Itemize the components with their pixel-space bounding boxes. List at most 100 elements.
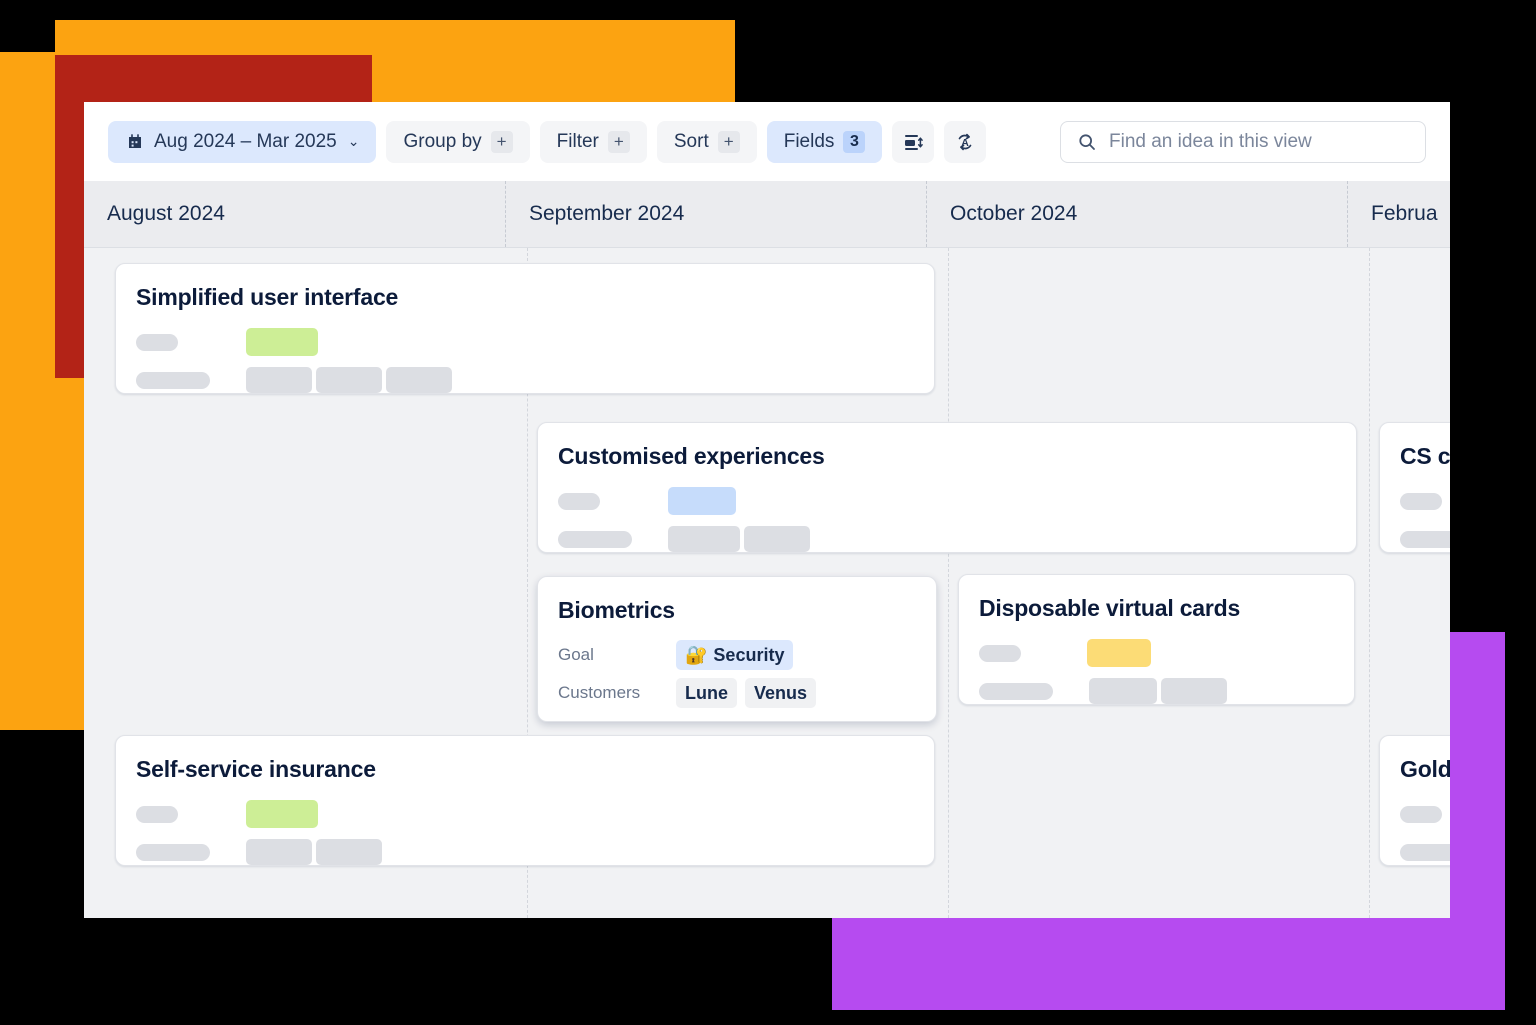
sort-label: Sort <box>673 130 709 152</box>
month-header-row: August 2024 September 2024 October 2024 … <box>84 181 1450 248</box>
group-by-button[interactable]: Group by + <box>386 120 530 163</box>
month-label: August 2024 <box>107 202 225 225</box>
idea-card-field-row <box>136 797 912 831</box>
month-column-header[interactable]: September 2024 <box>505 181 926 247</box>
auto-translate-icon: A <box>953 130 977 154</box>
svg-text:A: A <box>962 137 970 149</box>
idea-card-field-row: Customers Lune Venus <box>558 676 914 710</box>
app-window: Aug 2024 – Mar 2025 ⌄ Group by + Filter … <box>84 102 1450 918</box>
idea-card[interactable]: Biometrics Goal 🔐 Security Customers Lun… <box>537 576 937 722</box>
grid-divider <box>1369 248 1370 918</box>
idea-card-field-row <box>558 522 1334 556</box>
goal-badge-label: Security <box>713 644 785 665</box>
filter-label: Filter <box>556 130 599 152</box>
idea-card-field-row <box>1400 797 1450 831</box>
month-label: October 2024 <box>950 202 1078 225</box>
grid-divider <box>948 248 949 918</box>
idea-card-field-row <box>136 363 912 397</box>
screenshot-stage: Aug 2024 – Mar 2025 ⌄ Group by + Filter … <box>0 0 1536 1025</box>
idea-card[interactable]: Simplified user interface <box>115 263 935 394</box>
idea-card-field-row <box>1400 835 1450 869</box>
field-value-chip <box>246 367 312 393</box>
fields-count-badge: 3 <box>843 130 866 153</box>
field-label-skeleton <box>136 333 178 351</box>
idea-card-field-row <box>558 484 1334 518</box>
field-label-skeleton <box>558 492 600 510</box>
lock-icon: 🔐 <box>685 644 708 665</box>
plus-icon: + <box>490 130 513 153</box>
goal-badge[interactable]: 🔐 Security <box>676 640 794 670</box>
field-value-chip <box>246 800 318 828</box>
field-label-skeleton <box>1400 492 1442 510</box>
idea-card-title: CS ch <box>1400 443 1450 469</box>
customer-badge[interactable]: Venus <box>745 678 817 708</box>
idea-card-field-row: Goal 🔐 Security <box>558 638 914 672</box>
field-value-chip <box>316 367 382 393</box>
month-column-header[interactable]: Februa <box>1347 181 1450 247</box>
field-label-skeleton <box>136 371 210 389</box>
customer-badge[interactable]: Lune <box>676 678 737 708</box>
filter-button[interactable]: Filter + <box>539 120 647 163</box>
idea-card-title: Disposable virtual cards <box>979 595 1241 621</box>
field-value-chip <box>316 839 382 865</box>
field-value-chip <box>386 367 452 393</box>
idea-card-field-row <box>1400 484 1450 518</box>
group-by-label: Group by <box>403 130 482 152</box>
field-label-skeleton <box>979 682 1053 700</box>
field-value-chip <box>246 328 318 356</box>
month-label: Februa <box>1371 202 1438 225</box>
idea-card[interactable]: Gold <box>1379 735 1450 866</box>
calendar-icon <box>125 132 145 152</box>
idea-card-field-row <box>136 325 912 359</box>
field-value-chip <box>744 526 810 552</box>
field-value-chip <box>246 839 312 865</box>
idea-card[interactable]: Self-service insurance <box>115 735 935 866</box>
timeline-grid: August 2024 September 2024 October 2024 … <box>84 181 1450 918</box>
field-values: 🔐 Security <box>676 640 801 670</box>
field-value-chip <box>668 526 740 552</box>
idea-card-title: Biometrics <box>558 597 675 623</box>
search-box[interactable] <box>1060 120 1426 163</box>
field-label: Goal <box>558 645 594 664</box>
field-value-chip <box>1089 678 1157 704</box>
idea-card[interactable]: CS ch <box>1379 422 1450 553</box>
plus-icon: + <box>717 130 740 153</box>
auto-translate-button[interactable]: A <box>944 120 987 163</box>
plus-icon: + <box>607 130 630 153</box>
field-label-skeleton <box>558 530 632 548</box>
field-label-skeleton <box>979 644 1021 662</box>
field-label-skeleton <box>136 805 178 823</box>
search-input[interactable] <box>1109 130 1409 153</box>
field-value-chip <box>1087 639 1151 667</box>
field-label: Customers <box>558 683 641 702</box>
row-height-icon <box>902 131 924 153</box>
idea-card-title: Simplified user interface <box>136 284 399 310</box>
field-label-skeleton <box>1400 530 1450 548</box>
idea-card-field-row <box>979 636 1332 670</box>
search-icon <box>1077 132 1097 152</box>
sort-button[interactable]: Sort + <box>656 120 757 163</box>
idea-card[interactable]: Customised experiences <box>537 422 1357 553</box>
fields-button[interactable]: Fields 3 <box>766 120 883 163</box>
toolbar: Aug 2024 – Mar 2025 ⌄ Group by + Filter … <box>84 102 1450 181</box>
field-values: Lune Venus <box>676 678 824 708</box>
idea-card-field-row <box>1400 522 1450 556</box>
field-value-chip <box>668 487 736 515</box>
idea-card-title: Gold <box>1400 756 1450 782</box>
idea-card-title: Customised experiences <box>558 443 825 469</box>
field-label-skeleton <box>136 843 210 861</box>
date-range-button[interactable]: Aug 2024 – Mar 2025 ⌄ <box>108 120 377 163</box>
idea-card-title: Self-service insurance <box>136 756 376 782</box>
idea-card-field-row <box>979 674 1332 708</box>
row-height-button[interactable] <box>892 120 935 163</box>
month-label: September 2024 <box>529 202 685 225</box>
fields-label: Fields <box>783 130 835 152</box>
field-label-skeleton <box>1400 805 1442 823</box>
chevron-down-icon: ⌄ <box>347 133 360 149</box>
decor-rect-purple-overlay <box>1450 632 1505 1010</box>
idea-card-field-row <box>136 835 912 869</box>
month-column-header[interactable]: August 2024 <box>84 181 505 247</box>
idea-card[interactable]: Disposable virtual cards <box>958 574 1355 705</box>
date-range-label: Aug 2024 – Mar 2025 <box>154 130 337 152</box>
month-column-header[interactable]: October 2024 <box>926 181 1347 247</box>
